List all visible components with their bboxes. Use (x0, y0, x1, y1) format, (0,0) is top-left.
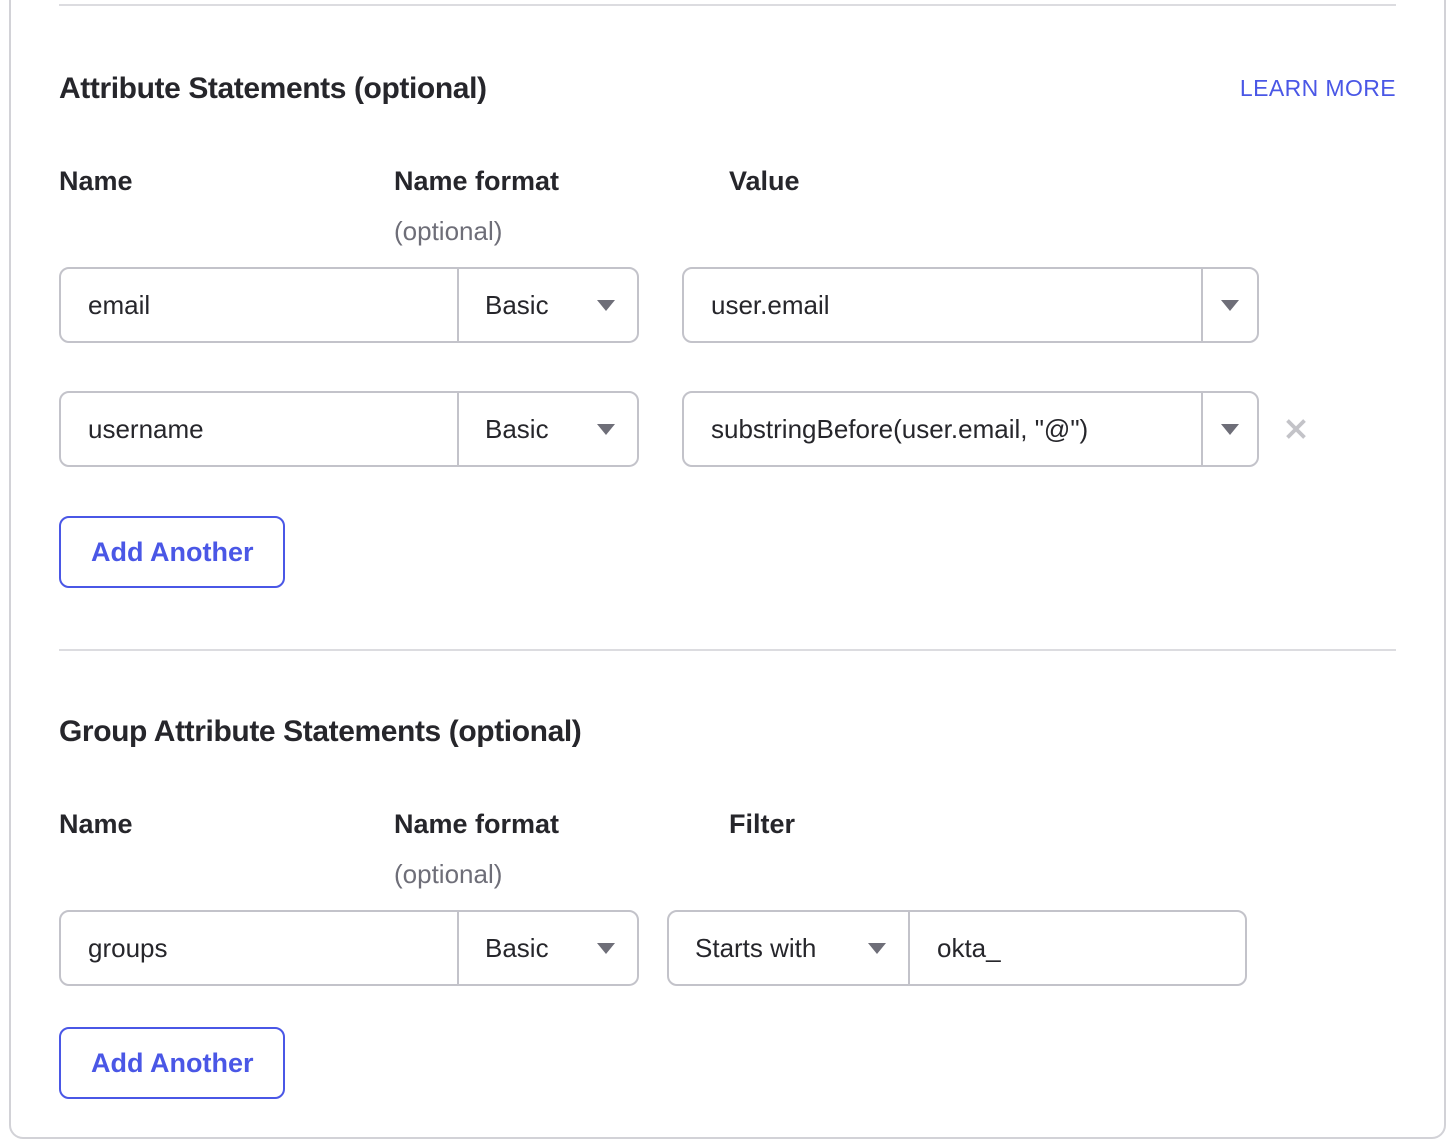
attribute-statements-title: Attribute Statements (optional) (59, 72, 487, 106)
filter-type-select[interactable]: Starts with (669, 912, 908, 984)
column-value: Value (729, 166, 800, 247)
group-attribute-columns: Name Name format (optional) Filter (59, 809, 1396, 890)
name-and-format-group: Basic (59, 391, 639, 467)
name-format-selected-value: Basic (485, 290, 549, 321)
learn-more-link[interactable]: LEARN MORE (1240, 75, 1396, 102)
chevron-down-icon (1221, 424, 1239, 435)
section-divider (59, 649, 1396, 651)
value-combobox-group (682, 391, 1259, 467)
attribute-columns: Name Name format (optional) Value (59, 166, 1396, 247)
attribute-name-input[interactable] (61, 269, 457, 341)
attribute-value-field (684, 269, 1201, 341)
value-dropdown-button[interactable] (1201, 269, 1257, 341)
column-name-format-note: (optional) (394, 216, 729, 247)
value-dropdown-button[interactable] (1201, 393, 1257, 465)
filter-type-selected-value: Starts with (695, 933, 816, 964)
close-icon (1281, 414, 1311, 444)
chevron-down-icon (868, 943, 886, 954)
attribute-name-input[interactable] (61, 393, 457, 465)
attribute-name-field (61, 393, 457, 465)
attribute-statement-row: Basic (59, 267, 1396, 343)
filter-value-input[interactable] (910, 912, 1245, 984)
group-name-input[interactable] (61, 912, 457, 984)
filter-group: Starts with (667, 910, 1247, 986)
column-name-format: Name format (optional) (394, 809, 729, 890)
add-attribute-statement-button[interactable]: Add Another (59, 516, 285, 588)
name-and-format-group: Basic (59, 267, 639, 343)
name-format-selected-value: Basic (485, 414, 549, 445)
name-format-select[interactable]: Basic (457, 912, 637, 984)
chevron-down-icon (597, 424, 615, 435)
column-name-format: Name format (optional) (394, 166, 729, 247)
top-section-divider (59, 4, 1396, 6)
remove-row-button[interactable] (1279, 412, 1313, 446)
chevron-down-icon (1221, 300, 1239, 311)
name-format-selected-value: Basic (485, 933, 549, 964)
group-attribute-statements-header: Group Attribute Statements (optional) (59, 715, 1396, 749)
group-attribute-statement-row: Basic Starts with (59, 910, 1396, 986)
attribute-value-input[interactable] (684, 393, 1201, 465)
add-group-attribute-statement-button[interactable]: Add Another (59, 1027, 285, 1099)
settings-card: Attribute Statements (optional) LEARN MO… (9, 0, 1446, 1139)
column-name-format-note: (optional) (394, 859, 729, 890)
column-filter: Filter (729, 809, 795, 890)
column-name: Name (59, 166, 394, 247)
name-format-select[interactable]: Basic (457, 393, 637, 465)
attribute-value-input[interactable] (684, 269, 1201, 341)
attribute-name-field (61, 269, 457, 341)
attribute-statements-header: Attribute Statements (optional) LEARN MO… (59, 72, 1396, 106)
filter-value-field (908, 912, 1245, 984)
group-attribute-statements-title: Group Attribute Statements (optional) (59, 715, 581, 749)
chevron-down-icon (597, 300, 615, 311)
attribute-statement-row: Basic (59, 391, 1396, 467)
group-name-field (61, 912, 457, 984)
column-name: Name (59, 809, 394, 890)
chevron-down-icon (597, 943, 615, 954)
name-and-format-group: Basic (59, 910, 639, 986)
name-format-select[interactable]: Basic (457, 269, 637, 341)
value-combobox-group (682, 267, 1259, 343)
attribute-value-field (684, 393, 1201, 465)
